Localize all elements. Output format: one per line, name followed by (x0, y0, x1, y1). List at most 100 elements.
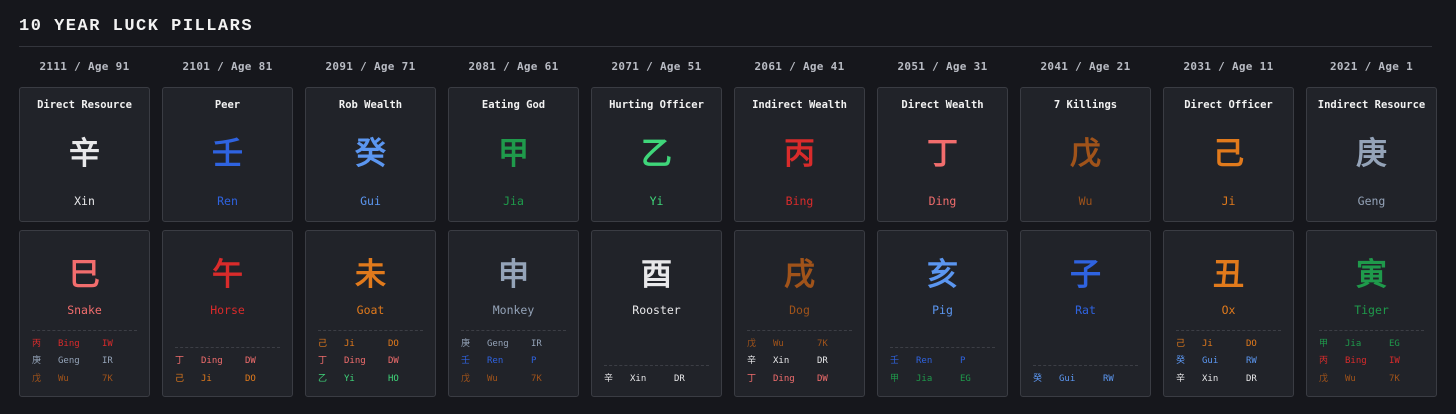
ten-god-label: 7 Killings (1053, 99, 1118, 111)
stem-character: 庚 (1356, 136, 1387, 172)
hidden-stem-char: 辛 (1176, 373, 1186, 384)
pillar-year-age: 2081 / Age 61 (468, 60, 559, 73)
ten-god-label: Eating God (481, 99, 546, 111)
hidden-stem-char: 丁 (318, 356, 328, 366)
hidden-stem-name: Geng (487, 338, 509, 349)
luck-pillar-column: 2021 / Age 1 Indirect Resource 庚 Geng 寅 Tiger… (1306, 60, 1437, 397)
ten-god-label: Indirect Resource (1317, 99, 1426, 111)
hidden-stem-row: 己 Ji DO (175, 371, 280, 389)
hidden-stem-name: Ding (201, 356, 223, 366)
hidden-stem-name: Ji (201, 373, 212, 384)
hidden-stem-name: Gui (1202, 356, 1219, 366)
branch-character: 子 (1070, 257, 1101, 293)
hidden-stem-row: 壬 Ren P (461, 353, 566, 371)
luck-pillar-column: 2071 / Age 51 Hurting Officer 乙 Yi 酉 Rooster 辛… (591, 60, 722, 397)
stem-character: 壬 (212, 136, 243, 172)
stem-character: 乙 (641, 136, 672, 172)
luck-pillar-column: 2061 / Age 41 Indirect Wealth 丙 Bing 戌 Dog 戊 Wu… (734, 60, 865, 397)
hidden-stem-char: 戊 (747, 338, 757, 349)
hidden-stem-tag: RW (1103, 373, 1114, 384)
hidden-stem-tag: DW (245, 356, 256, 366)
branch-character: 丑 (1213, 257, 1244, 293)
branch-character: 巳 (69, 257, 100, 293)
hidden-stem-tag: 7K (102, 373, 113, 384)
pillar-year-age: 2091 / Age 71 (325, 60, 416, 73)
hidden-stem-char: 甲 (890, 373, 900, 384)
hidden-stems-list: 辛 Xin DR (604, 364, 709, 389)
branch-animal-name: Rat (1075, 303, 1096, 317)
hidden-stems-list: 己 Ji DO 丁 Ding DW 乙 Yi HO (318, 329, 423, 389)
branch-animal-name: Snake (67, 303, 102, 317)
earthly-branch-card: 酉 Rooster 辛 Xin DR (591, 230, 722, 397)
branch-animal-name: Goat (356, 303, 385, 317)
branch-character: 寅 (1356, 257, 1387, 293)
stem-name: Ding (928, 194, 957, 208)
hidden-stem-char: 壬 (461, 356, 471, 366)
earthly-branch-card: 亥 Pig 壬 Ren P 甲 Jia EG (877, 230, 1008, 397)
hidden-stem-name: Wu (58, 373, 69, 384)
hidden-stem-char: 戊 (461, 373, 471, 384)
hidden-stem-row: 戊 Wu 7K (747, 336, 852, 354)
ten-god-label: Direct Wealth (901, 99, 984, 111)
luck-pillar-column: 2101 / Age 81 Peer 壬 Ren 午 Horse 丁 Ding DW 己 Ji DO (162, 60, 293, 397)
hidden-stem-row: 丙 Bing IW (32, 336, 137, 354)
hidden-stem-name: Gui (1059, 373, 1076, 384)
hidden-stem-name: Xin (773, 356, 790, 366)
hidden-stem-char: 丙 (1319, 356, 1329, 366)
pillar-year-age: 2101 / Age 81 (182, 60, 273, 73)
heavenly-stem-card: Rob Wealth 癸 Gui (305, 87, 436, 222)
earthly-branch-card: 午 Horse 丁 Ding DW 己 Ji DO (162, 230, 293, 397)
hidden-stem-char: 癸 (1176, 356, 1186, 366)
pillar-year-age: 2051 / Age 31 (897, 60, 988, 73)
hidden-stem-tag: P (960, 356, 966, 366)
hidden-stem-name: Ren (487, 356, 504, 366)
hidden-stem-char: 癸 (1033, 373, 1043, 384)
luck-pillar-column: 2111 / Age 91 Direct Resource 辛 Xin 巳 Snake 丙 B… (19, 60, 150, 397)
hidden-stem-tag: DR (1246, 373, 1257, 384)
stem-name: Jia (503, 194, 524, 208)
hidden-stem-name: Wu (487, 373, 498, 384)
branch-animal-name: Horse (210, 303, 245, 317)
ten-god-label: Direct Officer (1184, 99, 1273, 111)
heavenly-stem-card: Eating God 甲 Jia (448, 87, 579, 222)
hidden-stem-char: 丁 (747, 373, 757, 384)
hidden-stem-row: 己 Ji DO (318, 336, 423, 354)
hidden-stem-row: 辛 Xin DR (1176, 371, 1281, 389)
branch-animal-name: Tiger (1354, 303, 1389, 317)
hidden-stem-row: 戊 Wu 7K (32, 371, 137, 389)
heavenly-stem-card: 7 Killings 戊 Wu (1020, 87, 1151, 222)
hidden-stem-tag: IW (1389, 356, 1400, 366)
pillar-year-age: 2111 / Age 91 (39, 60, 130, 73)
hidden-stem-tag: 7K (1389, 373, 1400, 384)
stem-character: 癸 (355, 136, 386, 172)
branch-character: 申 (498, 257, 529, 293)
hidden-stem-name: Xin (630, 373, 647, 384)
hidden-stem-char: 辛 (604, 373, 614, 384)
hidden-stem-name: Ding (344, 356, 366, 366)
heavenly-stem-card: Indirect Wealth 丙 Bing (734, 87, 865, 222)
luck-pillar-column: 2051 / Age 31 Direct Wealth 丁 Ding 亥 Pig 壬 Ren P… (877, 60, 1008, 397)
hidden-stem-row: 己 Ji DO (1176, 336, 1281, 354)
earthly-branch-card: 丑 Ox 己 Ji DO 癸 Gui RW 辛 Xin DR (1163, 230, 1294, 397)
stem-name: Yi (649, 194, 664, 208)
hidden-stems-list: 癸 Gui RW (1033, 364, 1138, 389)
hidden-stem-tag: P (531, 356, 537, 366)
hidden-stem-name: Bing (1345, 356, 1367, 366)
branch-character: 戌 (784, 257, 815, 293)
hidden-stems-list: 庚 Geng IR 壬 Ren P 戊 Wu 7K (461, 329, 566, 389)
hidden-stem-name: Yi (344, 373, 355, 384)
hidden-stem-row: 癸 Gui RW (1033, 371, 1138, 389)
hidden-stem-tag: EG (960, 373, 971, 384)
stem-name: Ren (217, 194, 238, 208)
heavenly-stem-card: Direct Resource 辛 Xin (19, 87, 150, 222)
hidden-stem-char: 丁 (175, 356, 185, 366)
hidden-stem-char: 甲 (1319, 338, 1329, 349)
stem-character: 戊 (1070, 136, 1101, 172)
pillar-year-age: 2021 / Age 1 (1329, 60, 1414, 73)
hidden-stem-tag: 7K (817, 338, 828, 349)
hidden-stem-name: Ji (1202, 338, 1213, 349)
hidden-stem-tag: DO (1246, 338, 1257, 349)
branch-character: 亥 (927, 257, 958, 293)
hidden-stem-name: Geng (58, 356, 80, 366)
hidden-stem-name: Ji (344, 338, 355, 349)
